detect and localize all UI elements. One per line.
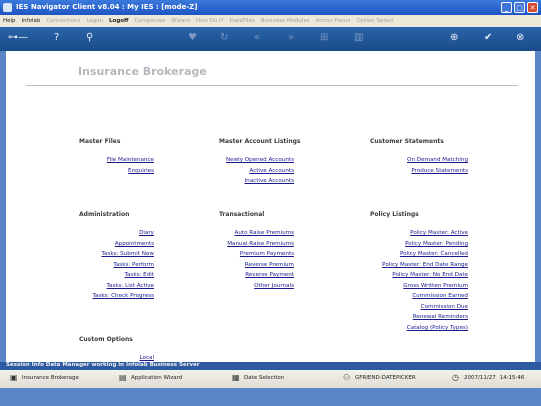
section-master-account-listings: Master Account Listings [219,138,301,145]
maximize-button[interactable]: □ [514,2,525,13]
toolbar: ⊶— ? ⚲ ♥ ↻ « » ⊞ ▥ ⊕ ✔ ⊗ [0,27,541,51]
user-label: GFRIEND-DATEPICKER [355,375,416,381]
back-icon[interactable]: « [254,32,260,44]
link-produce-statements[interactable]: Produce Statements [411,168,468,174]
link-policy-master-pending[interactable]: Policy Master: Pending [405,241,468,247]
calendar-icon: ▦ [232,373,240,382]
menu-action-focus[interactable]: Action Focus [313,18,354,24]
user-icon: ⚇ [343,373,351,382]
refresh-icon[interactable]: ↻ [220,32,228,44]
link-appointments[interactable]: Appointments [115,241,154,247]
main-content: Insurance Brokerage Master Files Master … [6,51,535,362]
section-administration: Administration [79,211,130,218]
link-catalog-policy-types[interactable]: Catalog (Policy Types) [407,325,468,331]
app-icon [3,3,12,12]
menu-bar: Help Infolab Connections Logon Logoff Co… [0,15,541,27]
bottom-strip [0,388,541,406]
check-icon[interactable]: ✔ [484,32,492,44]
link-premium-payments[interactable]: Premium Payments [240,251,294,257]
menu-help[interactable]: Help [0,18,19,24]
link-enquiries[interactable]: Enquiries [128,168,154,174]
task-application-wizard-label: Application Wizard [131,375,183,381]
trash-icon[interactable]: ▥ [354,32,363,44]
link-auto-raise-premiums[interactable]: Auto Raise Premiums [235,230,294,236]
link-manual-raise-premiums[interactable]: Manual Raise Premiums [227,241,294,247]
forward-icon[interactable]: » [288,32,294,44]
close-button[interactable]: ✕ [527,2,538,13]
menu-option-select[interactable]: Option Select [353,18,396,24]
link-commission-earned[interactable]: Commission Earned [412,293,468,299]
task-date-selection-label: Date Selection [244,375,285,381]
menu-companies[interactable]: Companies [132,18,169,24]
link-policy-master-no-end-date[interactable]: Policy Master: No End Date [392,272,468,278]
link-commission-due[interactable]: Commission Due [421,304,468,310]
section-customer-statements: Customer Statements [370,138,444,145]
menu-logon[interactable]: Logon [83,18,106,24]
link-policy-master-end-date-range[interactable]: Policy Master: End Date Range [382,262,468,268]
status-bar: Session Info Data Manager working in Inf… [0,362,541,370]
section-custom-options: Custom Options [79,336,133,343]
link-tasks-perform[interactable]: Tasks: Perform [113,262,154,268]
link-reverse-premium[interactable]: Reverse Premium [245,262,294,268]
menu-business-modules[interactable]: Business Modules [258,18,313,24]
title-bar: IES Navigator Client v8.04 : My IES : [m… [0,0,541,15]
menu-connections[interactable]: Connections [43,18,83,24]
link-tasks-list-active[interactable]: Tasks: List Active [106,283,154,289]
time-label: 14:15:46 [499,375,525,381]
briefcase-icon: ▣ [10,373,18,382]
date-label: 2007/11/27 [464,375,496,381]
window-title: IES Navigator Client v8.04 : My IES : [m… [16,3,198,11]
task-insurance-brokerage-label: Insurance Brokerage [22,375,79,381]
link-local[interactable]: Local [140,355,155,361]
task-date-selection[interactable]: ▦ Date Selection [232,374,284,382]
task-application-wizard[interactable]: ▤ Application Wizard [119,374,182,382]
link-renewal-reminders[interactable]: Renewal Reminders [413,314,468,320]
key-icon[interactable]: ⊶— [8,32,28,44]
link-policy-master-cancelled[interactable]: Policy Master: Cancelled [400,251,468,257]
grid-icon[interactable]: ⊞ [320,32,328,44]
link-file-maintenance[interactable]: File Maintenance [107,157,154,163]
cancel-icon[interactable]: ⊗ [516,32,524,44]
clock-icon: ◷ [452,373,459,382]
section-master-files: Master Files [79,138,121,145]
title-divider [26,85,518,86]
heart-icon[interactable]: ♥ [188,32,197,44]
task-clock: ◷ 2007/11/27 14:15:46 [452,374,524,382]
task-user: ⚇ GFRIEND-DATEPICKER [343,374,416,382]
menu-infolab[interactable]: Infolab [19,18,44,24]
link-on-demand-matching[interactable]: On Demand Matching [407,157,468,163]
minimize-button[interactable]: _ [501,2,512,13]
status-text: Session Info Data Manager working in Inf… [6,362,200,368]
link-tasks-submit-new[interactable]: Tasks: Submit New [102,251,154,257]
task-insurance-brokerage[interactable]: ▣ Insurance Brokerage [10,374,79,382]
link-inactive-accounts[interactable]: Inactive Accounts [245,178,294,184]
section-policy-listings: Policy Listings [370,211,419,218]
help-icon[interactable]: ? [54,32,59,44]
link-active-accounts[interactable]: Active Accounts [249,168,294,174]
page-title: Insurance Brokerage [78,65,207,78]
link-newly-opened-accounts[interactable]: Newly Opened Accounts [226,157,294,163]
menu-datafiles[interactable]: DataFiles [227,18,258,24]
link-tasks-check-progress[interactable]: Tasks: Check Progress [92,293,154,299]
search-icon[interactable]: ⚲ [86,32,93,44]
wizard-icon: ▤ [119,373,127,382]
link-policy-master-active[interactable]: Policy Master: Active [410,230,468,236]
menu-how-do-i[interactable]: How Do I? [193,18,227,24]
link-gross-written-premium[interactable]: Gross Written Premium [403,283,468,289]
section-transactional: Transactional [219,211,265,218]
taskbar: ▣ Insurance Brokerage ▤ Application Wiza… [0,370,541,388]
add-icon[interactable]: ⊕ [450,32,458,44]
link-diary[interactable]: Diary [139,230,154,236]
link-other-journals[interactable]: Other Journals [254,283,294,289]
link-tasks-edit[interactable]: Tasks: Edit [125,272,154,278]
menu-logoff[interactable]: Logoff [106,18,131,24]
menu-wizard[interactable]: Wizard [168,18,193,24]
link-reverse-payment[interactable]: Reverse Payment [245,272,294,278]
